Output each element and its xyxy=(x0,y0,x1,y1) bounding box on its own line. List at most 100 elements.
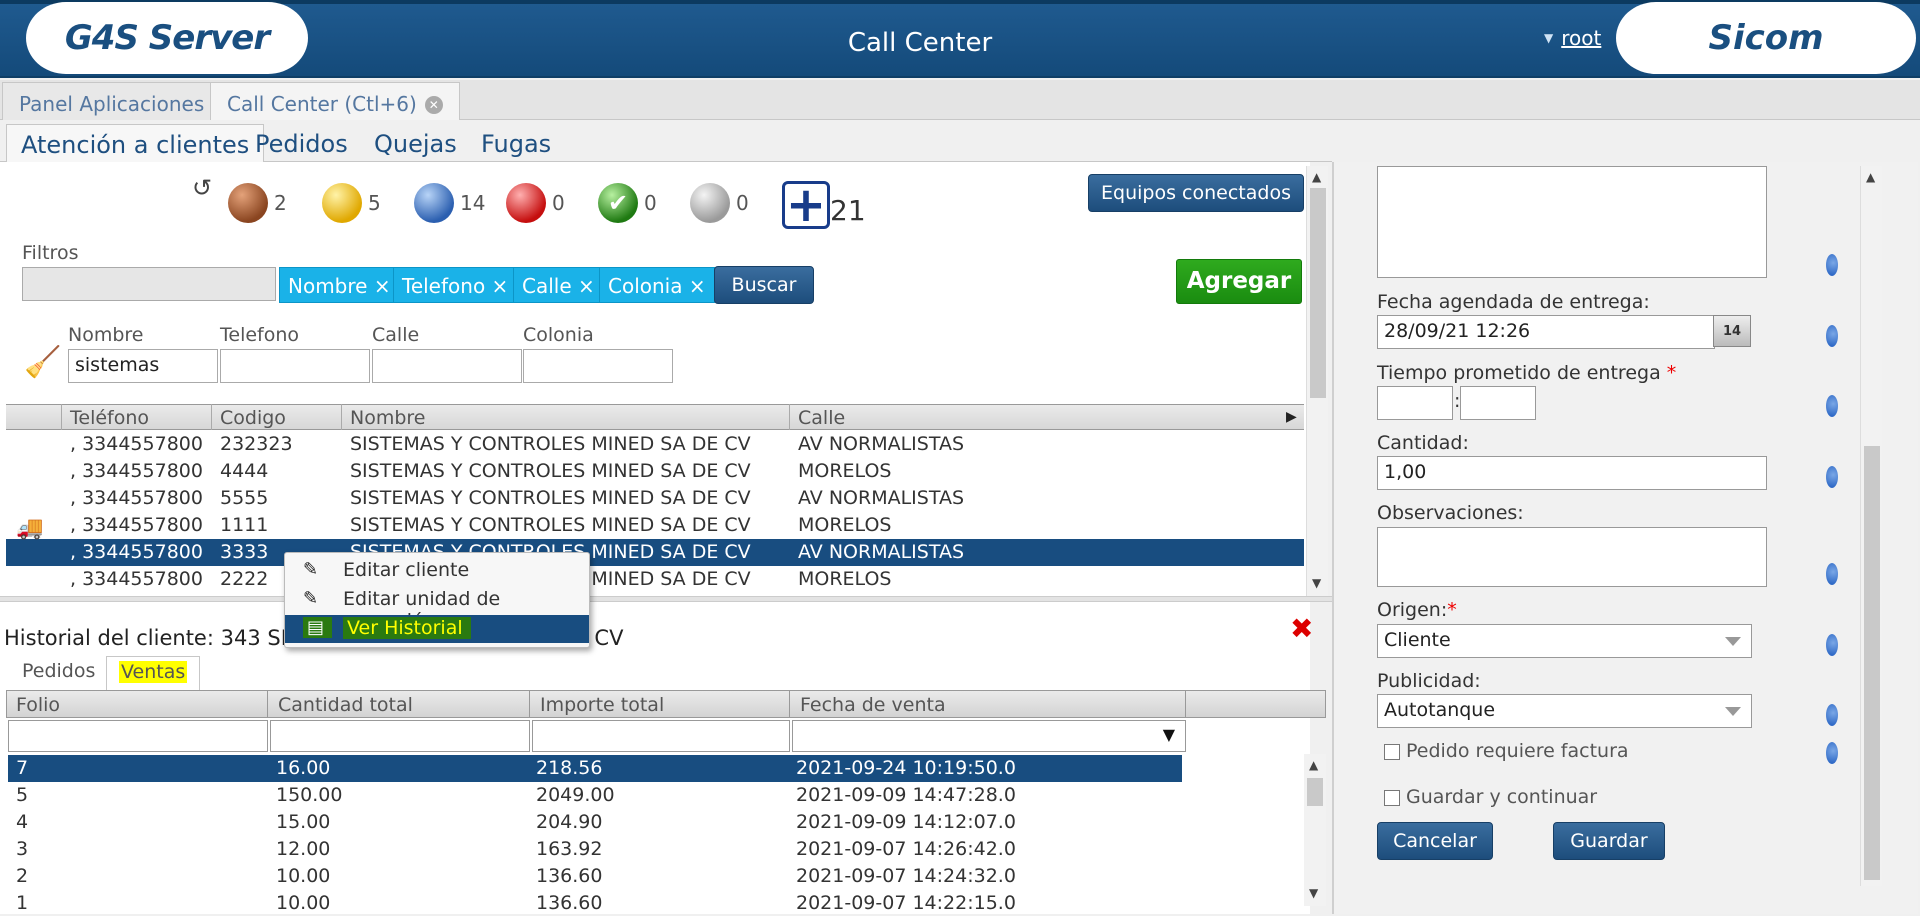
counter-gray[interactable]: 0 xyxy=(690,183,749,223)
table-cell: 2049.00 xyxy=(536,784,615,806)
tab-call-center[interactable]: Call Center (Ctl+6) ✕ xyxy=(210,82,460,120)
factura-checkbox[interactable] xyxy=(1384,744,1400,760)
scroll-up-icon[interactable]: ▲ xyxy=(1312,170,1321,184)
menu-editar-cliente[interactable]: ✎ Editar cliente xyxy=(285,557,589,585)
table-row[interactable]: 1 10.00 136.60 2021-09-07 14:22:15.0 xyxy=(8,890,1182,916)
col-nombre[interactable]: Nombre xyxy=(342,404,790,430)
table-row[interactable]: 5 150.00 2049.00 2021-09-09 14:47:28.0 xyxy=(8,782,1182,809)
ventas-scrollbar[interactable]: ▲ ▼ xyxy=(1304,754,1326,906)
calle-input[interactable] xyxy=(372,349,522,383)
chip-nombre[interactable]: Nombre × xyxy=(279,267,400,303)
buscar-button[interactable]: Buscar xyxy=(714,266,814,304)
info-icon[interactable] xyxy=(1826,742,1838,764)
table-cell: 3333 xyxy=(220,541,269,563)
origen-label: Origen:* xyxy=(1377,599,1457,621)
splitter[interactable] xyxy=(0,596,1332,602)
add-plus-icon[interactable]: + xyxy=(782,181,830,229)
cantidad-input[interactable]: 1,00 xyxy=(1377,456,1767,490)
info-icon[interactable] xyxy=(1826,325,1838,347)
col-calle[interactable]: Calle xyxy=(790,404,1304,430)
calendar-icon[interactable]: 14 xyxy=(1713,315,1751,347)
filter-fecha[interactable]: ▼ xyxy=(792,720,1186,752)
tab-historial-pedidos[interactable]: Pedidos xyxy=(10,656,107,690)
table-cell: 3 xyxy=(16,838,29,860)
telefono-input[interactable] xyxy=(220,349,370,383)
counter-yellow[interactable]: 5 xyxy=(322,183,381,223)
menu-editar-unidad[interactable]: ✎Editar unidad de recepción xyxy=(285,586,589,632)
equipos-conectados-button[interactable]: Equipos conectados xyxy=(1088,174,1304,212)
scroll-thumb[interactable] xyxy=(1310,188,1326,398)
form-scrollbar[interactable]: ▲ xyxy=(1860,166,1882,886)
filter-cantidad[interactable] xyxy=(270,720,530,752)
counter-brown[interactable]: 2 xyxy=(228,183,287,223)
user-link[interactable]: root xyxy=(1561,26,1601,50)
scroll-thumb[interactable] xyxy=(1307,778,1323,806)
counter-blue[interactable]: 14 xyxy=(414,183,485,223)
colonia-input[interactable] xyxy=(523,349,673,383)
scroll-thumb[interactable] xyxy=(1864,446,1880,880)
cancelar-button[interactable]: Cancelar xyxy=(1377,822,1493,860)
col-folio[interactable]: Folio xyxy=(6,690,268,718)
table-row[interactable]: 2 10.00 136.60 2021-09-07 14:24:32.0 xyxy=(8,863,1182,890)
table-row[interactable]: , 3344557800 4444 SISTEMAS Y CONTROLES MIN… xyxy=(6,458,1304,485)
refresh-icon[interactable]: ↺ xyxy=(192,174,212,202)
table-row[interactable]: , 3344557800 232323 SISTEMAS Y CONTROLES M… xyxy=(6,431,1304,458)
broom-icon[interactable]: 🧹 xyxy=(24,345,61,380)
table-row[interactable]: , 3344557800 5555 SISTEMAS Y CONTROLES MIN… xyxy=(6,485,1304,512)
chip-colonia[interactable]: Colonia × xyxy=(599,267,715,303)
table-row[interactable]: 7 16.00 218.56 2021-09-24 10:19:50.0 xyxy=(8,755,1182,782)
filter-importe[interactable] xyxy=(532,720,790,752)
tab-panel-aplicaciones[interactable]: Panel Aplicaciones xyxy=(2,82,222,120)
observaciones-textarea[interactable] xyxy=(1377,527,1767,587)
scroll-right-icon[interactable]: ▶ xyxy=(1286,409,1297,425)
col-telefono[interactable]: Teléfono xyxy=(62,404,212,430)
notes-textarea[interactable] xyxy=(1377,166,1767,278)
table-row[interactable]: , 3344557800 1111 SISTEMAS Y CONTROLES MIN… xyxy=(6,512,1304,539)
info-icon[interactable] xyxy=(1826,254,1838,276)
tab-fugas[interactable]: Fugas xyxy=(467,124,565,162)
col-importe-total[interactable]: Importe total xyxy=(530,690,790,718)
publicidad-select[interactable]: Autotanque xyxy=(1377,694,1752,728)
user-menu[interactable]: ▼ root xyxy=(1544,26,1601,50)
table-row[interactable]: 4 15.00 204.90 2021-09-09 14:12:07.0 xyxy=(8,809,1182,836)
tab-historial-ventas[interactable]: Ventas xyxy=(106,656,201,690)
table-row[interactable]: , 33445578002222SISTEMAS Y CONTROLES MIN… xyxy=(6,566,1304,593)
close-tab-icon[interactable]: ✕ xyxy=(424,96,443,114)
scroll-up-icon[interactable]: ▲ xyxy=(1309,758,1318,772)
tiempo-horas-input[interactable] xyxy=(1377,386,1453,420)
counter-green[interactable]: ✔ 0 xyxy=(598,183,657,223)
scroll-down-icon[interactable]: ▼ xyxy=(1309,886,1318,900)
tab-quejas[interactable]: Quejas xyxy=(360,124,471,162)
clients-scrollbar[interactable]: ▲ ▼ xyxy=(1306,166,1328,596)
close-historial-icon[interactable]: ✖ xyxy=(1290,612,1313,645)
context-menu: ✎Editar cliente ✎Editar unidad de recepc… xyxy=(284,552,590,648)
tab-atencion-clientes[interactable]: Atención a clientes xyxy=(6,124,265,162)
filter-dropdown-icon[interactable]: ▼ xyxy=(1163,725,1175,744)
tiempo-minutos-input[interactable] xyxy=(1460,386,1536,420)
tab-pedidos[interactable]: Pedidos xyxy=(241,124,362,162)
table-row[interactable]: 3 12.00 163.92 2021-09-07 14:26:42.0 xyxy=(8,836,1182,863)
continuar-checkbox[interactable] xyxy=(1384,790,1400,806)
filtros-input[interactable] xyxy=(22,267,276,301)
chip-telefono[interactable]: Telefono × xyxy=(393,267,518,303)
info-icon[interactable] xyxy=(1826,634,1838,656)
info-icon[interactable] xyxy=(1826,395,1838,417)
chip-calle[interactable]: Calle × xyxy=(513,267,604,303)
menu-ver-historial[interactable]: ▤ Ver Historial xyxy=(285,615,589,643)
info-icon[interactable] xyxy=(1826,563,1838,585)
info-icon[interactable] xyxy=(1826,466,1838,488)
counter-red[interactable]: 0 xyxy=(506,183,565,223)
agregar-button[interactable]: Agregar xyxy=(1176,259,1302,304)
col-cantidad-total[interactable]: Cantidad total xyxy=(268,690,530,718)
fecha-input[interactable]: 28/09/21 12:26 xyxy=(1377,315,1715,349)
table-row[interactable]: , 33445578003333SISTEMAS Y CONTROLES MIN… xyxy=(6,539,1304,566)
guardar-button[interactable]: Guardar xyxy=(1553,822,1665,860)
origen-select[interactable]: Cliente xyxy=(1377,624,1752,658)
filter-folio[interactable] xyxy=(8,720,268,752)
col-fecha-venta[interactable]: Fecha de venta xyxy=(790,690,1186,718)
scroll-up-icon[interactable]: ▲ xyxy=(1866,170,1875,184)
info-icon[interactable] xyxy=(1826,704,1838,726)
scroll-down-icon[interactable]: ▼ xyxy=(1312,576,1321,590)
nombre-input[interactable]: sistemas xyxy=(68,349,218,383)
col-codigo[interactable]: Codigo xyxy=(212,404,342,430)
